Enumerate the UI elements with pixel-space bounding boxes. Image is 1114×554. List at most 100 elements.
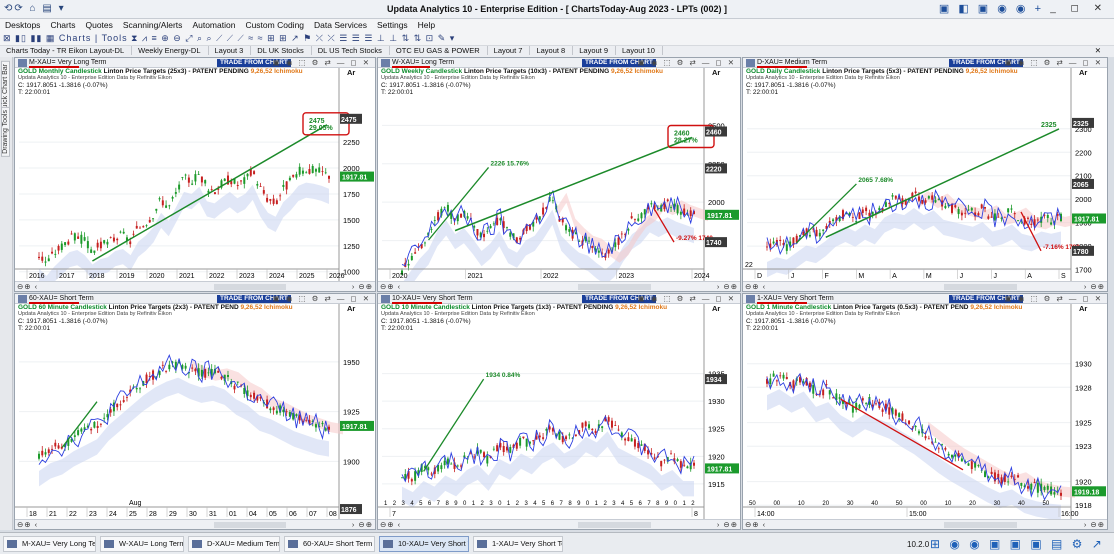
tools-button[interactable]: Tools xyxy=(102,33,128,43)
zoom-controls[interactable]: ⊖⊕ ‹ xyxy=(745,282,766,291)
y-tick-label: 1928 xyxy=(1075,383,1092,392)
zoom-controls[interactable]: ⊖⊕ ‹ xyxy=(380,520,401,529)
zoom-controls[interactable]: ⊖⊕ ‹ xyxy=(17,520,38,529)
zoom-controls[interactable]: ⊖⊕ ‹ xyxy=(17,282,38,291)
y-tick-label: 2000 xyxy=(708,198,725,207)
zoom-controls-right[interactable]: › ⊖⊕ xyxy=(1084,282,1105,291)
taskbar-window-button[interactable]: W-XAU= Long Term xyxy=(100,536,184,552)
panel-window-controls[interactable]: ▣ ◉ ⬚ ⚙ ⇄ — ◻ ✕ xyxy=(1005,58,1103,67)
window-controls[interactable]: _ ◻ ✕ xyxy=(1050,3,1108,14)
price-chart[interactable]: 1918 1920 1923 1925 1928 1930 1919.18 14:00 15:0… xyxy=(743,304,1108,521)
x-minor-label: 50 xyxy=(896,501,903,507)
candle-body xyxy=(466,216,469,219)
panel-scroll-bar[interactable]: ⊖⊕ ‹ › ⊖⊕ xyxy=(15,519,375,529)
header-icons[interactable]: ▣ ◧ ▣ ◉ ◉ + xyxy=(939,2,1044,15)
taskbar-window-button[interactable]: 10-XAU= Very Short Term xyxy=(379,536,469,552)
panel-window-controls[interactable]: ▣ ◉ ⬚ ⚙ ⇄ — ◻ ✕ xyxy=(273,58,371,67)
price-chart[interactable]: 100012501500175020002250247529.05%1917.8… xyxy=(15,68,376,283)
zoom-controls[interactable]: ⊖⊕ ‹ xyxy=(745,520,766,529)
menu-data-services[interactable]: Data Services xyxy=(309,19,372,30)
panel-window-controls[interactable]: ▣ ◉ ⬚ ⚙ ⇄ — ◻ ✕ xyxy=(638,294,736,303)
candle-body xyxy=(808,234,811,237)
candle-body xyxy=(135,388,138,390)
zoom-controls-right[interactable]: › ⊖⊕ xyxy=(717,520,738,529)
y-tick-label: 1925 xyxy=(1075,419,1092,428)
candle-body xyxy=(324,428,327,431)
candle-body xyxy=(822,389,825,396)
scroll-thumb[interactable] xyxy=(944,522,1018,528)
charts-button[interactable]: Charts xyxy=(59,33,92,43)
layout-tab[interactable]: Layout 7 xyxy=(488,46,531,55)
menu-scanning-alerts[interactable]: Scanning/Alerts xyxy=(118,19,188,30)
candle-body xyxy=(41,256,44,261)
candle-body xyxy=(161,200,164,206)
chart-panel[interactable]: D-XAU= Medium Term TRADE FROM CHART ▣ ◉ ⬚ … xyxy=(742,57,1108,292)
layout-tab[interactable]: DL UK Stocks xyxy=(251,46,312,55)
menu-automation[interactable]: Automation xyxy=(187,19,240,30)
menu-desktops[interactable]: Desktops xyxy=(0,19,45,30)
zoom-controls[interactable]: ⊖⊕ ‹ xyxy=(380,282,401,291)
candle-body xyxy=(588,240,591,242)
zoom-controls-right[interactable]: › ⊖⊕ xyxy=(352,520,373,529)
scroll-thumb[interactable] xyxy=(214,522,287,528)
panel-scroll-bar[interactable]: ⊖⊕ ‹ › ⊖⊕ xyxy=(378,519,740,529)
panel-scroll-bar[interactable]: ⊖⊕ ‹ › ⊖⊕ xyxy=(743,281,1107,291)
taskbar-label: 10-XAU= Very Short Term xyxy=(398,539,468,548)
layout-tab[interactable]: Layout 8 xyxy=(530,46,574,55)
taskbar-window-button[interactable]: M-XAU= Very Long Term xyxy=(3,536,96,552)
candle-body xyxy=(191,183,194,185)
layout-tab[interactable]: Weekly Energy-DL xyxy=(132,46,209,55)
layout-tab[interactable]: Layout 3 xyxy=(209,46,252,55)
chart-panel[interactable]: 1-XAU= Very Short Term TRADE FROM CHART ▣ … xyxy=(742,293,1108,530)
candle-body xyxy=(525,438,528,447)
zoom-controls-right[interactable]: › ⊖⊕ xyxy=(717,282,738,291)
price-chart[interactable]: 1900 1925 1950 1917.81 1876 18 21 22 23 24 25 28 29 3… xyxy=(15,304,376,521)
candle-body xyxy=(990,216,993,218)
menu-quotes[interactable]: Quotes xyxy=(80,19,117,30)
scroll-thumb[interactable] xyxy=(944,284,1018,290)
panel-window-controls[interactable]: ▣ ◉ ⬚ ⚙ ⇄ — ◻ ✕ xyxy=(273,294,371,303)
candle-body xyxy=(47,449,50,453)
menu-custom-coding[interactable]: Custom Coding xyxy=(240,19,309,30)
chart-panel[interactable]: 60-XAU= Short Term TRADE FROM CHART ▣ ◉ ⬚ … xyxy=(14,293,376,530)
candle-body xyxy=(93,421,96,428)
layout-tab[interactable]: Layout 9 xyxy=(573,46,617,55)
panel-window-controls[interactable]: ▣ ◉ ⬚ ⚙ ⇄ — ◻ ✕ xyxy=(638,58,736,67)
layout-tab[interactable]: DL US Tech Stocks xyxy=(312,46,390,55)
chart-panel[interactable]: W-XAU= Long Term TRADE FROM CHART ▣ ◉ ⬚ ⚙ … xyxy=(377,57,741,292)
price-chart[interactable]: 1750200022502500246028.27%2226 15.76%-9.… xyxy=(378,68,741,283)
candle-body xyxy=(772,373,775,377)
close-layout-icon[interactable]: ✕ xyxy=(1089,46,1108,55)
system-tray[interactable]: ⊞ ◉ ◉ ▣ ▣ ▣ ▤ ⚙ ↗ xyxy=(930,537,1105,551)
layout-tab[interactable]: Charts Today - TR Eikon Layout-DL xyxy=(0,46,133,55)
menu-settings[interactable]: Settings xyxy=(372,19,413,30)
menu-help[interactable]: Help xyxy=(413,19,440,30)
price-chart[interactable]: 191519201925193019351934 0.84%1917.81193… xyxy=(378,304,741,521)
current-price-label: 1917.81 xyxy=(1074,216,1099,223)
menu-charts[interactable]: Charts xyxy=(45,19,80,30)
candle-body xyxy=(446,204,449,212)
scroll-thumb[interactable] xyxy=(578,284,651,290)
panel-scroll-bar[interactable]: ⊖⊕ ‹ › ⊖⊕ xyxy=(378,281,740,291)
sidebar-tab[interactable]: Drawing Tools xyxy=(1,107,10,157)
layout-tab[interactable]: OTC EU GAS & POWER xyxy=(390,46,488,55)
scroll-thumb[interactable] xyxy=(578,522,651,528)
taskbar-window-button[interactable]: 60-XAU= Short Term xyxy=(284,536,375,552)
panel-scroll-bar[interactable]: ⊖⊕ ‹ › ⊖⊕ xyxy=(743,519,1107,529)
price-chart[interactable]: 170018001900200021002200230023252065 7.6… xyxy=(743,68,1108,283)
candle-body xyxy=(220,376,223,379)
layout-tab[interactable]: Layout 10 xyxy=(616,46,663,55)
panel-scroll-bar[interactable]: ⊖⊕ ‹ › ⊖⊕ xyxy=(15,281,375,291)
scroll-thumb[interactable] xyxy=(214,284,287,290)
candle-body xyxy=(204,369,207,378)
taskbar-window-button[interactable]: D-XAU= Medium Term xyxy=(188,536,280,552)
taskbar-window-button[interactable]: 1-XAU= Very Short Term xyxy=(473,536,563,552)
candle-body xyxy=(802,231,805,236)
zoom-controls-right[interactable]: › ⊖⊕ xyxy=(352,282,373,291)
ichimoku-cloud xyxy=(767,389,1061,521)
chart-panel[interactable]: 10-XAU= Very Short Term TRADE FROM CHART ▣… xyxy=(377,293,741,530)
zoom-controls-right[interactable]: › ⊖⊕ xyxy=(1084,520,1105,529)
chart-panel[interactable]: M-XAU= Very Long Term TRADE FROM CHART ▣ ◉… xyxy=(14,57,376,292)
x-tick-label: 8 xyxy=(694,511,698,518)
panel-window-controls[interactable]: ▣ ◉ ⬚ ⚙ ⇄ — ◻ ✕ xyxy=(1005,294,1103,303)
